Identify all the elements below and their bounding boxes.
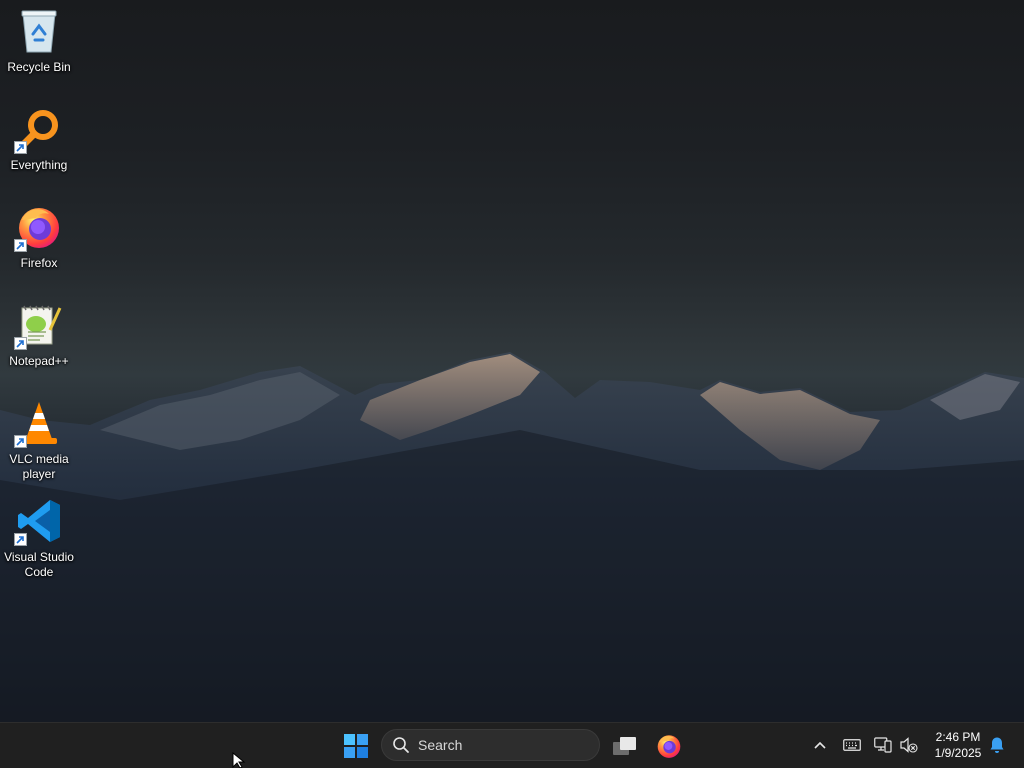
task-view-icon <box>613 737 636 755</box>
desktop-icon-visual-studio-code[interactable]: Visual Studio Code <box>2 496 76 580</box>
windows-start-icon <box>344 734 368 758</box>
desktop-icon-label: Recycle Bin <box>7 60 71 74</box>
desktop-icon-recycle-bin[interactable]: Recycle Bin <box>2 6 76 75</box>
firefox-icon <box>14 202 64 252</box>
shortcut-arrow-icon <box>14 337 27 350</box>
desktop-icon-label: Notepad++ <box>9 354 69 368</box>
desktop-icon-vlc-media-player[interactable]: VLC media player <box>2 398 76 482</box>
notification-bell-icon <box>990 737 1004 753</box>
search-icon <box>393 737 409 753</box>
desktop-icon-notepad-plus-plus[interactable]: Notepad++ <box>2 300 76 369</box>
mountain-wallpaper <box>0 352 1024 722</box>
desktop-icon-everything[interactable]: Everything <box>2 104 76 173</box>
desktop[interactable]: Recycle Bin Everything Firefox Notepad++… <box>0 0 1024 722</box>
desktop-icon-firefox[interactable]: Firefox <box>2 202 76 271</box>
shortcut-arrow-icon <box>14 239 27 252</box>
network-button[interactable] <box>871 733 895 757</box>
system-clock[interactable]: 2:46 PM 1/9/2025 <box>926 729 990 761</box>
clock-date: 1/9/2025 <box>934 746 982 760</box>
recycle-bin-icon <box>14 6 64 56</box>
notepad-plus-plus-icon <box>14 300 64 350</box>
chevron-up-icon <box>814 741 826 749</box>
volume-muted-icon <box>900 737 918 753</box>
desktop-icon-label: Visual Studio Code <box>4 550 74 579</box>
everything-search-icon <box>14 104 64 154</box>
volume-button[interactable] <box>897 733 921 757</box>
vlc-cone-icon <box>14 398 64 448</box>
taskbar-search-box[interactable]: Search <box>381 729 600 761</box>
shortcut-arrow-icon <box>14 141 27 154</box>
network-icon <box>874 737 892 753</box>
desktop-icon-label: Everything <box>10 158 68 172</box>
shortcut-arrow-icon <box>14 533 27 546</box>
firefox-icon <box>657 735 681 758</box>
desktop-icon-label: VLC media player <box>9 452 69 481</box>
clock-time: 2:46 PM <box>935 730 981 744</box>
search-placeholder: Search <box>418 737 463 753</box>
taskbar-firefox-button[interactable] <box>649 728 689 764</box>
keyboard-icon <box>843 739 861 751</box>
desktop-icon-label: Firefox <box>20 256 58 270</box>
mouse-cursor-icon <box>232 752 246 768</box>
task-view-button[interactable] <box>605 728 645 764</box>
vscode-icon <box>14 496 64 546</box>
notification-center-button[interactable] <box>985 733 1009 757</box>
taskbar: Search 2:46 PM 1/9/2025 <box>0 722 1024 768</box>
show-hidden-icons-button[interactable] <box>808 733 832 757</box>
start-button[interactable] <box>336 728 376 764</box>
input-indicator-button[interactable] <box>840 733 864 757</box>
shortcut-arrow-icon <box>14 435 27 448</box>
